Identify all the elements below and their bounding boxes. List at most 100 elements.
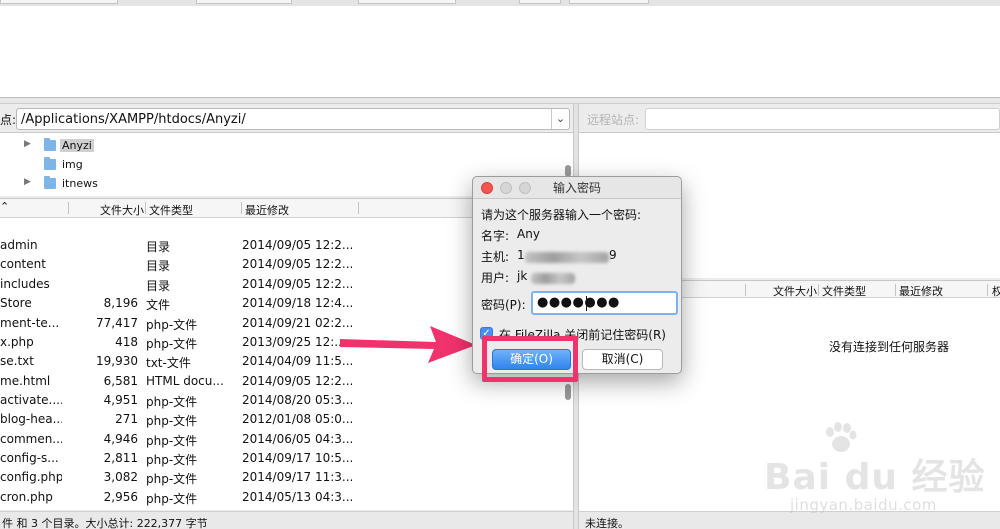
file-size: 418 bbox=[115, 335, 138, 349]
file-list-scrollbar[interactable] bbox=[565, 384, 571, 400]
column-header-size[interactable]: 文件大小 bbox=[100, 202, 144, 218]
file-name: admin bbox=[0, 238, 38, 252]
file-name: activate.... bbox=[0, 393, 62, 407]
minimize-window-icon bbox=[500, 182, 512, 194]
local-path-label: 点: bbox=[0, 113, 17, 127]
tree-item-anyzi[interactable]: ▶ Anyzi bbox=[0, 137, 560, 155]
remote-path-input[interactable] bbox=[645, 108, 1000, 130]
file-type: 目录 bbox=[146, 259, 171, 273]
file-name: commen... bbox=[0, 432, 62, 446]
file-size: 2,811 bbox=[103, 451, 138, 465]
tree-item-label: Anyzi bbox=[60, 139, 94, 152]
file-type: 目录 bbox=[146, 279, 171, 293]
remote-path-row: 远程站点: bbox=[579, 104, 1000, 132]
password-label: 密码(P): bbox=[481, 298, 526, 312]
file-name: blog-hea... bbox=[0, 412, 62, 426]
arrow-right-icon bbox=[340, 326, 476, 363]
file-modified: 2014/09/05 12:2... bbox=[242, 257, 352, 271]
tree-item-label: img bbox=[62, 158, 83, 171]
disclosure-triangle-icon[interactable]: ▶ bbox=[24, 139, 31, 149]
file-type: 文件 bbox=[146, 298, 171, 312]
column-header-type[interactable]: 文件类型 bbox=[822, 283, 866, 299]
toolbar-field-port[interactable] bbox=[519, 0, 561, 4]
dialog-title-bar[interactable]: 输入密码 bbox=[473, 177, 681, 199]
column-separator bbox=[745, 284, 746, 296]
column-separator bbox=[358, 202, 359, 214]
tree-item-img[interactable]: img bbox=[0, 156, 560, 174]
annotation-highlight-box bbox=[482, 336, 578, 382]
local-path-row: 点: /Applications/XAMPP/htdocs/Anyzi/ ⌄ bbox=[0, 104, 573, 132]
file-type: 目录 bbox=[146, 240, 171, 254]
file-modified: 2014/08/20 05:3... bbox=[242, 393, 352, 407]
sort-arrow-icon[interactable]: ⌃ bbox=[0, 200, 9, 213]
file-type: HTML docu... bbox=[146, 374, 224, 388]
file-type: php-文件 bbox=[146, 472, 198, 486]
chevron-down-icon[interactable]: ⌄ bbox=[551, 109, 569, 129]
column-header-permissions[interactable]: 权 bbox=[992, 283, 1000, 299]
file-name: cron.php bbox=[0, 490, 53, 504]
close-window-icon[interactable] bbox=[481, 182, 493, 194]
column-header-modified[interactable]: 最近修改 bbox=[899, 283, 943, 299]
file-size: 3,082 bbox=[103, 470, 138, 484]
file-modified: 2014/09/05 12:2... bbox=[242, 277, 352, 291]
empty-state-message: 没有连接到任何服务器 bbox=[829, 340, 950, 354]
toolbar-field-password[interactable] bbox=[358, 0, 456, 4]
file-size: 8,196 bbox=[103, 296, 138, 310]
file-modified: 2014/04/09 11:5... bbox=[242, 354, 352, 368]
file-type: php-文件 bbox=[146, 318, 198, 332]
file-type: txt-文件 bbox=[146, 356, 191, 370]
file-type: php-文件 bbox=[146, 395, 198, 409]
folder-icon bbox=[44, 157, 56, 170]
cancel-button[interactable]: 取消(C) bbox=[582, 349, 663, 370]
password-mask: ●●●●●●● bbox=[537, 295, 620, 310]
table-row[interactable]: config-s... 2,811 php-文件 2014/09/17 10:5… bbox=[0, 449, 573, 468]
column-header-type[interactable]: 文件类型 bbox=[149, 202, 193, 218]
redacted-user bbox=[531, 273, 575, 284]
quickconnect-button[interactable] bbox=[569, 0, 649, 4]
table-row[interactable]: cron.php 2,956 php-文件 2014/05/13 04:3... bbox=[0, 488, 573, 507]
table-row[interactable]: activate.... 4,951 php-文件 2014/08/20 05:… bbox=[0, 391, 573, 410]
toolbar-field-host[interactable] bbox=[0, 0, 118, 4]
column-header-size[interactable]: 文件大小 bbox=[773, 283, 817, 299]
folder-icon bbox=[44, 176, 56, 189]
file-size: 4,951 bbox=[103, 393, 138, 407]
file-name: me.html bbox=[0, 374, 51, 388]
tree-item-label: itnews bbox=[62, 177, 98, 190]
disclosure-triangle-icon[interactable]: ▶ bbox=[24, 177, 31, 187]
file-size: 77,417 bbox=[96, 316, 138, 330]
remote-path-label: 远程站点: bbox=[587, 113, 640, 127]
file-modified: 2013/09/25 12:... bbox=[242, 335, 346, 349]
file-name: config-s... bbox=[0, 451, 59, 465]
toolbar-field-user[interactable] bbox=[196, 0, 292, 4]
baidu-jingyan-watermark: Bai du 经验 jingyan.baidu.com bbox=[760, 420, 995, 520]
file-size: 2,956 bbox=[103, 490, 138, 504]
folder-icon bbox=[44, 138, 56, 151]
password-input[interactable]: ●●●●●●● bbox=[531, 291, 678, 315]
table-row[interactable]: commen... 4,946 php-文件 2014/06/05 04:3..… bbox=[0, 430, 573, 449]
column-separator bbox=[68, 202, 69, 214]
zoom-window-icon bbox=[519, 182, 531, 194]
dialog-title: 输入密码 bbox=[552, 181, 601, 195]
host-value-prefix: 1 bbox=[517, 248, 525, 262]
file-type: php-文件 bbox=[146, 453, 198, 467]
table-row[interactable]: config.php 3,082 php-文件 2014/09/17 11:3.… bbox=[0, 468, 573, 487]
message-log bbox=[0, 6, 1000, 98]
table-row[interactable]: blog-hea... 271 php-文件 2012/01/08 05:0..… bbox=[0, 410, 573, 429]
local-path-input[interactable]: /Applications/XAMPP/htdocs/Anyzi/ ⌄ bbox=[16, 108, 570, 130]
file-modified: 2014/06/05 04:3... bbox=[242, 432, 352, 446]
file-modified: 2014/09/17 10:5... bbox=[242, 451, 352, 465]
file-name: includes bbox=[0, 277, 50, 291]
host-value-suffix: 9 bbox=[609, 248, 617, 262]
file-size: 19,930 bbox=[96, 354, 138, 368]
file-type: php-文件 bbox=[146, 337, 198, 351]
file-modified: 2014/05/13 04:3... bbox=[242, 490, 352, 504]
file-size: 4,946 bbox=[103, 432, 138, 446]
user-label: 用户: bbox=[481, 271, 510, 285]
file-modified: 2014/09/05 12:2... bbox=[242, 374, 352, 388]
text-caret bbox=[586, 296, 587, 311]
column-header-modified[interactable]: 最近修改 bbox=[245, 202, 289, 218]
file-size: 6,581 bbox=[103, 374, 138, 388]
file-name: config.php bbox=[0, 470, 62, 484]
file-name: x.php bbox=[0, 335, 34, 349]
name-label: 名字: bbox=[481, 229, 510, 243]
